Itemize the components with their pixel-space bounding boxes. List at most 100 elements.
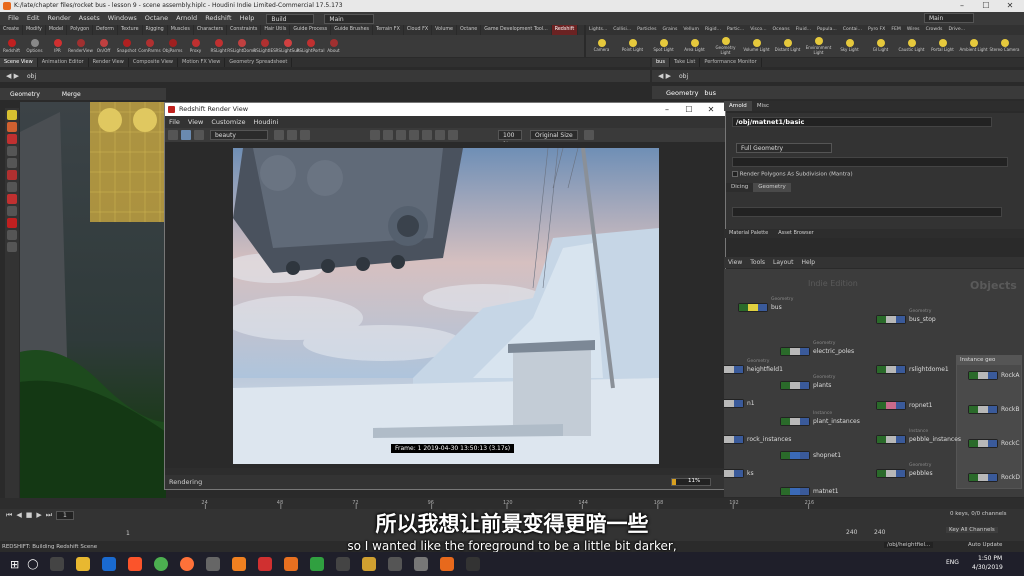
shelf-tool-ipr[interactable]: IPR <box>46 35 69 57</box>
pane-tab-animation-editor[interactable]: Animation Editor <box>38 58 89 67</box>
app-icon-6[interactable] <box>362 557 377 571</box>
node-n1[interactable]: n1 <box>724 399 755 408</box>
node-body[interactable] <box>876 315 906 324</box>
shelf-tab-muscles[interactable]: Muscles <box>168 25 194 35</box>
pane-tab-motion-fx-view[interactable]: Motion FX View <box>178 58 226 67</box>
right-shelf-tab-drive[interactable]: Drive... <box>945 25 968 35</box>
rv-crop-icon[interactable] <box>300 130 310 140</box>
rv-save-icon[interactable] <box>168 130 178 140</box>
node-rock-instances[interactable]: rock_instances <box>724 435 791 444</box>
light-tool-caustic-light[interactable]: Caustic Light <box>896 35 927 57</box>
network-editor[interactable]: Indie Edition Objects Instance geo Geome… <box>724 269 1024 497</box>
shelf-tool-renderview[interactable]: RenderView <box>68 35 93 57</box>
pane-tab-render-view[interactable]: Render View <box>89 58 129 67</box>
material-path-field[interactable]: /obj/matnet1/basic <box>732 117 992 127</box>
aov-dropdown[interactable]: beauty <box>210 130 268 140</box>
app-icon-5[interactable] <box>336 557 351 571</box>
file-explorer-icon[interactable] <box>76 557 91 571</box>
select-tool-icon[interactable] <box>7 110 17 120</box>
rv-refresh-icon[interactable] <box>194 130 204 140</box>
shelf-tool-objparms[interactable]: ObjParms <box>161 35 184 57</box>
rv-exposure-icon[interactable] <box>435 130 445 140</box>
light-tool-gi-light[interactable]: GI Light <box>865 35 896 57</box>
app-icon-3[interactable] <box>284 557 299 571</box>
pane-tab-geometry-spreadsheet[interactable]: Geometry Spreadsheet <box>225 58 293 67</box>
shelf-tab-create[interactable]: Create <box>0 25 23 35</box>
language-indicator[interactable]: ENG <box>946 559 959 566</box>
zoom-field[interactable]: 100 % <box>498 130 522 148</box>
shelf-tab-guide-process[interactable]: Guide Process <box>290 25 332 35</box>
node-body[interactable] <box>968 405 998 414</box>
net-menu-tools[interactable]: Tools <box>746 257 769 268</box>
right-tab-take-list[interactable]: Take List <box>670 58 701 67</box>
light-tool-area-light[interactable]: Area Light <box>679 35 710 57</box>
node-body[interactable] <box>724 435 744 444</box>
shelf-tab-guide-brushes[interactable]: Guide Brushes <box>331 25 374 35</box>
light-tool-volume-light[interactable]: Volume Light <box>741 35 772 57</box>
right-shelf-tab-crowds[interactable]: Crowds <box>923 25 946 35</box>
param-field-2[interactable] <box>732 207 1002 217</box>
node-body[interactable] <box>738 303 768 312</box>
rv-grid-icon[interactable] <box>383 130 393 140</box>
net-menu-layout[interactable]: Layout <box>769 257 797 268</box>
move-tool-icon[interactable] <box>7 122 17 132</box>
right-shelf-tab-fem[interactable]: FEM <box>888 25 904 35</box>
node-body[interactable] <box>780 347 810 356</box>
main-right-dropdown[interactable]: Main <box>924 13 974 23</box>
node-rslightdome1[interactable]: rslightdome1 <box>876 365 949 374</box>
scene-viewport[interactable] <box>20 102 166 498</box>
light-tool-portal-light[interactable]: Portal Light <box>927 35 958 57</box>
right-shelf-tab-grains[interactable]: Grains <box>660 25 681 35</box>
right-tab-bus[interactable]: bus <box>652 58 670 67</box>
menu-assets[interactable]: Assets <box>75 12 104 25</box>
param-tab-misc[interactable]: Misc <box>752 101 774 111</box>
light-tool-camera[interactable]: Camera <box>586 35 617 57</box>
menu-help[interactable]: Help <box>236 12 259 25</box>
magnet-tool-icon[interactable] <box>7 218 17 228</box>
node-body[interactable] <box>968 473 998 482</box>
shelf-tab-modify[interactable]: Modify <box>23 25 46 35</box>
firefox-icon[interactable] <box>180 557 195 571</box>
node-heightfield1[interactable]: Geometry heightfield1 <box>724 359 783 374</box>
node-body[interactable] <box>876 435 906 444</box>
node-ropnet1[interactable]: ropnet1 <box>876 401 932 410</box>
param-field-1[interactable] <box>732 157 1008 167</box>
menu-edit[interactable]: Edit <box>23 12 44 25</box>
clock-date[interactable]: 4/30/2019 <box>972 564 1003 571</box>
shelf-tab-constraints[interactable]: Constraints <box>227 25 262 35</box>
node-body[interactable] <box>968 439 998 448</box>
app-icon-1[interactable] <box>206 557 221 571</box>
node-body[interactable] <box>876 365 906 374</box>
rv-lock-icon[interactable] <box>370 130 380 140</box>
right-path[interactable]: obj <box>679 73 688 80</box>
rv-stop-icon[interactable] <box>287 130 297 140</box>
maximize-icon[interactable]: ☐ <box>974 0 998 12</box>
light-tool-sky-light[interactable]: Sky Light <box>834 35 865 57</box>
app-icon-4[interactable] <box>310 557 325 571</box>
snap-tool-icon[interactable] <box>7 230 17 240</box>
build-desktop-dropdown[interactable]: Build <box>266 13 315 24</box>
node-pebbles[interactable]: Geometry pebbles <box>876 463 933 478</box>
rv-history-icon[interactable] <box>448 130 458 140</box>
dicing-tab-dicing[interactable]: Dicing <box>726 183 754 192</box>
shelf-tool-rslightportal[interactable]: RSLightPortal <box>296 35 325 57</box>
node-rockc[interactable]: RockC <box>968 439 1020 448</box>
light-tool-distant-light[interactable]: Distant Light <box>772 35 803 57</box>
pane-tab-scene-view[interactable]: Scene View <box>0 58 38 67</box>
node-body[interactable] <box>780 417 810 426</box>
rv-close-icon[interactable]: ✕ <box>701 103 721 116</box>
node-body[interactable] <box>876 401 906 410</box>
app-icon-8[interactable] <box>414 557 429 571</box>
net-tab-asset-browser[interactable]: Asset Browser <box>773 229 819 238</box>
pose-tool-icon[interactable] <box>7 170 17 180</box>
shelf-tab-model[interactable]: Model <box>46 25 68 35</box>
viewport-node[interactable]: Merge <box>62 91 81 98</box>
node-matnet1[interactable]: matnet1 <box>780 487 839 496</box>
clock-time[interactable]: 1:50 PM <box>978 555 1002 562</box>
node-rockd[interactable]: RockD <box>968 473 1020 482</box>
node-ks[interactable]: ks <box>724 469 754 478</box>
app-icon-9[interactable] <box>466 557 481 571</box>
main-desktop-dropdown[interactable]: Main <box>324 13 375 24</box>
brave-icon[interactable] <box>128 557 143 571</box>
right-shelf-tab-visco[interactable]: Visco... <box>747 25 769 35</box>
